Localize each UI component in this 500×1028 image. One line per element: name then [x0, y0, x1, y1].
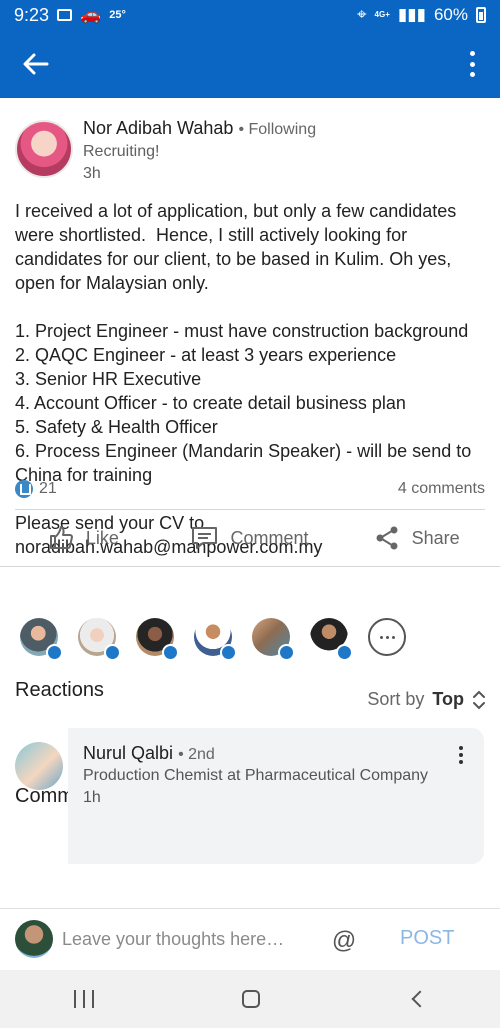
share-icon [376, 526, 398, 550]
reaction-count: 21 [39, 480, 57, 497]
sort-prefix: Sort by [367, 689, 425, 709]
system-back-button[interactable] [411, 990, 429, 1008]
reaction-avatar-3[interactable] [136, 618, 179, 661]
more-options-button[interactable] [466, 48, 478, 80]
share-label: Share [411, 527, 460, 548]
comment-button[interactable]: Comment [167, 510, 334, 566]
app-bar [0, 30, 500, 98]
status-bar: 9:23 🚗 25° ⌖ 4G+ ▮▮▮ 60% [0, 0, 500, 30]
reaction-avatar-2[interactable] [78, 618, 121, 661]
post-time: 3h [83, 165, 101, 182]
post-intro: I received a lot of application, but onl… [15, 201, 462, 293]
comment-composer: @ POST [0, 908, 500, 970]
at-icon: @ [331, 927, 357, 954]
status-right: ⌖ 4G+ ▮▮▮ 60% [357, 5, 486, 25]
commenter-row: Nurul Qalbi • 2nd [83, 743, 215, 764]
reaction-like-icon [104, 644, 121, 661]
recents-button[interactable] [74, 990, 95, 1008]
author-name[interactable]: Nor Adibah Wahab [83, 118, 233, 138]
post-body: I received a lot of application, but onl… [15, 199, 490, 559]
share-button[interactable]: Share [333, 510, 500, 566]
signal-icon: ▮▮▮ [397, 5, 426, 24]
comment-icon [192, 527, 218, 549]
section-rule [0, 566, 500, 567]
car-icon: 🚗 [80, 5, 102, 24]
reaction-avatar-6[interactable] [310, 618, 353, 661]
recents-icon [74, 990, 77, 1008]
like-label: Like [85, 527, 119, 548]
post-comment-button[interactable]: POST [400, 927, 454, 950]
reaction-like-icon [278, 644, 295, 661]
commenter-avatar[interactable] [15, 742, 63, 790]
degree-separator: • [178, 746, 189, 763]
comment-time: 1h [83, 789, 101, 806]
current-user-avatar [15, 920, 53, 958]
reaction-like-icon [46, 644, 63, 661]
comments-count[interactable]: 4 comments [398, 480, 485, 498]
status-time: 9:23 [14, 4, 50, 25]
reaction-avatar-1[interactable] [20, 618, 63, 661]
author-avatar[interactable] [15, 120, 73, 178]
ellipsis-icon [379, 635, 383, 639]
home-button[interactable] [242, 990, 261, 1008]
status-left: 9:23 🚗 25° [14, 5, 126, 26]
location-icon: ⌖ [356, 5, 367, 24]
comment-item: Nurul Qalbi • 2nd Production Chemist at … [0, 728, 500, 878]
follow-separator: • [238, 121, 249, 138]
comment-input[interactable] [62, 929, 307, 950]
like-button[interactable]: Like [0, 510, 167, 566]
vertical-dots-icon [459, 746, 463, 750]
reaction-summary[interactable]: 21 4 comments [15, 478, 485, 500]
comment-more-button[interactable] [458, 746, 464, 764]
thumbs-up-icon [49, 526, 73, 549]
reaction-like-icon [220, 644, 237, 661]
commenter-headline: Production Chemist at Pharmaceutical Com… [83, 767, 429, 784]
sort-value: Top [432, 689, 464, 709]
author-row: Nor Adibah Wahab • Following [83, 118, 316, 139]
like-badge-icon [15, 480, 33, 498]
reaction-like-icon [336, 644, 353, 661]
reaction-avatars [20, 618, 406, 661]
follow-status[interactable]: Following [249, 121, 317, 138]
sort-control[interactable]: Sort by Top [367, 689, 486, 710]
post-actions: Like Comment Share [0, 510, 500, 566]
gallery-icon [57, 9, 73, 21]
network-type: 4G+ [374, 10, 390, 19]
vertical-dots-icon [469, 51, 475, 56]
connection-degree: 2nd [188, 746, 215, 763]
reaction-like-icon [162, 644, 179, 661]
more-reactions-button[interactable] [368, 618, 406, 656]
battery-icon [476, 7, 486, 23]
system-navigation-bar [0, 970, 500, 1028]
sort-chevron-icon [473, 690, 485, 709]
author-headline: Recruiting! [83, 143, 160, 160]
reaction-avatar-4[interactable] [194, 618, 237, 661]
temperature-text: 25° [109, 9, 126, 21]
battery-percent: 60% [433, 5, 468, 24]
reactions-title: Reactions [15, 679, 104, 701]
post-job-list: 1. Project Engineer - must have construc… [15, 321, 472, 485]
reaction-avatar-5[interactable] [252, 618, 295, 661]
back-arrow-icon [23, 53, 49, 75]
mention-button[interactable]: @ [330, 927, 358, 955]
commenter-name[interactable]: Nurul Qalbi [83, 743, 173, 763]
comment-label: Comment [230, 527, 309, 548]
back-button[interactable] [18, 48, 52, 80]
